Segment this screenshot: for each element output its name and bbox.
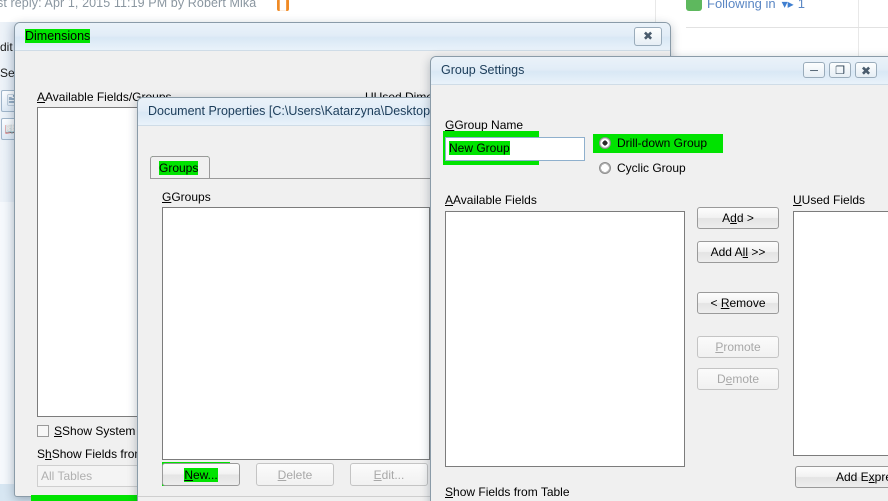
- delete-group-button[interactable]: Delete: [256, 463, 334, 486]
- radio-dot-icon: [599, 137, 611, 149]
- demote-field-button-label: Demote: [716, 372, 760, 386]
- promote-field-button-label: Promote: [715, 340, 761, 354]
- groups-list[interactable]: [162, 207, 430, 460]
- restore-icon: ❐: [835, 65, 845, 77]
- following-arrow-icon: ▾▸: [781, 0, 794, 11]
- dimensions-title-text: Dimensions: [25, 29, 91, 43]
- checkbox-box-icon: [37, 425, 49, 437]
- demote-field-button[interactable]: Demote: [697, 368, 779, 390]
- group-name-input-value: New Group: [449, 141, 510, 155]
- remove-field-button[interactable]: < Remove: [697, 292, 779, 314]
- delete-group-button-label: Delete: [277, 467, 313, 482]
- edit-group-button-label: Edit...: [373, 467, 405, 482]
- group-name-input[interactable]: New Group: [445, 137, 585, 161]
- group-settings-titlebar[interactable]: Group Settings ─ ❐ ✖: [431, 57, 888, 85]
- following-badge-icon: [686, 0, 702, 11]
- tab-groups-label: Groups: [159, 161, 199, 175]
- following-count: 1: [797, 0, 805, 11]
- new-group-button-label: New...: [184, 467, 218, 482]
- group-settings-dialog[interactable]: Group Settings ─ ❐ ✖ GGroup Name New Gro…: [430, 56, 888, 501]
- add-all-fields-button-label: Add All >>: [710, 245, 766, 259]
- screenshot-root: st reply: Apr 1, 2015 11:19 PM by Robert…: [0, 0, 888, 501]
- group-settings-body: GGroup Name New Group Drill-down Group C…: [431, 85, 888, 501]
- available-fields-label: AAvailable Fields: [445, 193, 537, 207]
- radio-dot-icon: [599, 162, 611, 174]
- minimize-icon: ─: [810, 65, 818, 77]
- remove-field-button-label: < Remove: [710, 296, 766, 310]
- new-group-button[interactable]: New...: [162, 463, 240, 486]
- group-name-label: GGroup Name: [445, 118, 524, 132]
- toolbar-label-search[interactable]: Se: [0, 66, 15, 80]
- group-settings-restore-button[interactable]: ❐: [829, 62, 851, 78]
- dimensions-title: Dimensions: [25, 29, 91, 43]
- cyclic-group-label: Cyclic Group: [617, 161, 686, 175]
- drill-down-group-label: Drill-down Group: [617, 136, 708, 150]
- groups-list-label-text: Groups: [171, 190, 211, 204]
- close-icon: ✖: [860, 64, 872, 78]
- cyclic-group-radio[interactable]: Cyclic Group: [599, 161, 686, 175]
- group-settings-title: Group Settings: [441, 63, 525, 77]
- add-all-fields-button[interactable]: Add All >>: [697, 241, 779, 263]
- dimensions-close-button[interactable]: ✖: [634, 27, 662, 46]
- tab-groups[interactable]: Groups: [150, 156, 210, 179]
- divider-horizontal-top: [686, 27, 888, 28]
- gs-show-fields-from-table-label: Show Fields from Table: [445, 485, 570, 499]
- dimensions-titlebar[interactable]: Dimensions ✖: [15, 23, 670, 51]
- thread-info-text: st reply: Apr 1, 2015 11:19 PM by Robert…: [0, 0, 257, 10]
- used-fields-label-text: Used Fields: [801, 193, 866, 207]
- close-icon: ✖: [642, 29, 654, 43]
- group-settings-minimize-button[interactable]: ─: [803, 62, 825, 78]
- add-expression-button[interactable]: Add Expression: [795, 466, 888, 488]
- dimensions-table-combo-value: All Tables: [41, 469, 93, 483]
- used-fields-list[interactable]: [793, 211, 888, 456]
- groups-list-label: GGroups: [162, 190, 211, 204]
- group-name-label-text: Group Name: [454, 118, 524, 132]
- following-label: Following in: [707, 0, 776, 11]
- add-field-button-label: Add >: [722, 211, 754, 225]
- add-field-button[interactable]: Add >: [697, 207, 779, 229]
- group-settings-close-button[interactable]: ✖: [855, 62, 877, 78]
- available-fields-label-text: Available Fields: [453, 193, 537, 207]
- available-fields-list[interactable]: [445, 211, 685, 467]
- document-properties-title: Document Properties [C:\Users\Katarzyna\…: [148, 104, 449, 118]
- promote-field-button[interactable]: Promote: [697, 336, 779, 358]
- edit-groups-highlight: [31, 495, 143, 501]
- used-fields-label: UUsed Fields: [793, 193, 866, 207]
- rss-icon[interactable]: █: [277, 0, 289, 11]
- add-expression-button-label: Add Expression: [835, 470, 888, 484]
- drill-down-group-radio[interactable]: Drill-down Group: [599, 136, 708, 150]
- gs-show-fields-from-table-label-text: how Fields from Table: [453, 485, 570, 499]
- toolbar-label-edit[interactable]: dit: [0, 40, 13, 54]
- edit-group-button[interactable]: Edit...: [350, 463, 428, 486]
- following-indicator[interactable]: Following in ▾▸ 1: [686, 0, 805, 11]
